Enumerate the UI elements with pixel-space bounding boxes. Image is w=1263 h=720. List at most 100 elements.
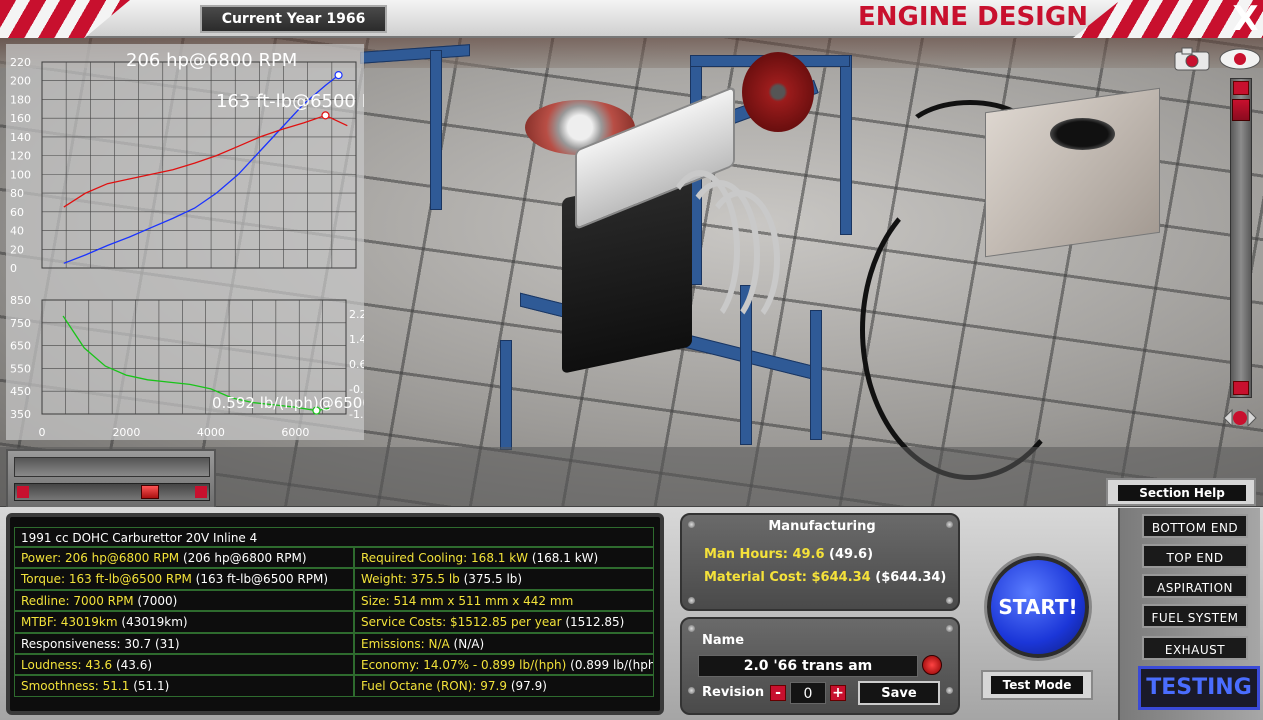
start-button[interactable]: START! [987, 556, 1089, 658]
stat-right-4: Emissions: N/A (N/A) [354, 632, 654, 654]
bottom-left-tick: 650 [10, 340, 31, 353]
top-y-tick: 200 [10, 75, 31, 88]
nav-aspiration[interactable]: ASPIRATION [1142, 574, 1248, 598]
camera-icon[interactable] [1172, 46, 1212, 72]
scroll-thumb[interactable] [1232, 99, 1250, 121]
top-y-tick: 120 [10, 150, 31, 163]
rivet-icon [946, 597, 953, 604]
stat-label: Smoothness: [21, 679, 103, 694]
fuel-tank [985, 87, 1160, 258]
nav-exhaust[interactable]: EXHAUST [1142, 636, 1248, 660]
scroll-up-arrow-icon[interactable] [1233, 81, 1249, 95]
material-cost-value: $644.34 [811, 570, 871, 585]
engine-stand-beam [430, 50, 442, 210]
stat-label: Torque: [21, 572, 69, 587]
scroll-down-arrow-icon[interactable] [1233, 381, 1249, 395]
top-y-tick: 100 [10, 168, 31, 181]
stat-label: Power: [21, 551, 65, 565]
stat-label: Required Cooling: [361, 551, 472, 565]
zoom-scrollbar[interactable] [1230, 78, 1252, 398]
material-cost-line: Material Cost: $644.34 ($644.34) [704, 570, 946, 585]
engine-stand-beam [500, 340, 512, 450]
stat-value: 206 hp@6800 RPM [64, 551, 183, 565]
peak-power-marker [334, 71, 343, 80]
stat-left-3: MTBF: 43019km (43019km) [14, 611, 354, 633]
stat-right-0: Required Cooling: 168.1 kW (168.1 kW) [354, 547, 654, 569]
bottom-right-tick: 2.2 [349, 308, 364, 321]
stat-value: N/A [428, 636, 454, 651]
x-tick: 0 [39, 426, 46, 439]
rivet-icon [946, 625, 953, 632]
man-hours-paren: (49.6) [829, 547, 874, 562]
test-mode-label: Test Mode [991, 676, 1083, 694]
scroll-left-arrow-icon[interactable] [17, 486, 29, 498]
stat-target: (43.6) [115, 658, 153, 672]
rivet-icon [946, 687, 953, 694]
stat-label: Weight: [361, 572, 411, 587]
stat-right-3: Service Costs: $1512.85 per year (1512.8… [354, 611, 654, 633]
top-y-tick: 140 [10, 131, 31, 144]
revision-increment-button[interactable]: + [830, 685, 846, 701]
bottom-left-tick: 550 [10, 362, 31, 375]
material-cost-paren: ($644.34) [875, 570, 947, 585]
top-y-tick: 20 [10, 243, 24, 256]
bottom-left-tick: 750 [10, 317, 31, 330]
top-y-tick: 180 [10, 93, 31, 106]
current-year-label: Current Year 1966 [200, 5, 387, 33]
stat-target: (168.1 kW) [531, 551, 599, 565]
stat-label: Redline: [21, 593, 74, 608]
stat-target: (31) [154, 636, 180, 651]
stat-value: 168.1 kW [471, 551, 532, 565]
eye-icon[interactable] [1218, 46, 1262, 72]
scroll-right-arrow-icon[interactable] [195, 486, 207, 498]
best-economy-label: 0.592 lb/(hph)@6500 RPM [212, 394, 364, 412]
rivet-icon [688, 597, 695, 604]
section-help-button[interactable]: Section Help [1106, 478, 1256, 506]
scroll-thumb[interactable] [141, 485, 159, 499]
stat-value: 514 mm x 511 mm x 442 mm [393, 593, 574, 608]
close-button[interactable]: X [1228, 0, 1263, 38]
stat-target: (N/A) [453, 636, 485, 651]
peak-torque-marker [321, 111, 330, 120]
stat-label: Emissions: [361, 636, 429, 651]
horizontal-scrollbar[interactable] [14, 483, 210, 501]
name-label: Name [702, 633, 745, 648]
rotate-view-icon[interactable] [1220, 404, 1260, 432]
stat-label: Service Costs: [361, 615, 450, 630]
revision-label: Revision [702, 685, 765, 700]
stat-target: (43019km) [121, 615, 188, 630]
exhaust-header [700, 190, 780, 330]
nav-testing[interactable]: TESTING [1138, 666, 1260, 710]
engine-summary: 1991 cc DOHC Carburettor 20V Inline 4 [14, 527, 654, 547]
x-tick: 2000 [112, 426, 140, 439]
stat-value: 43019km [60, 615, 122, 630]
bottom-left-tick: 450 [10, 385, 31, 398]
revision-decrement-button[interactable]: - [770, 685, 786, 701]
engine-design-screen: Current Year 1966 ENGINE DESIGN X 220 200… [0, 0, 1263, 720]
view-scroll-preview [14, 457, 210, 477]
save-button[interactable]: Save [858, 681, 940, 705]
stat-value: 97.9 [480, 679, 511, 694]
stat-value: $1512.85 per year [449, 615, 566, 630]
test-mode-button[interactable]: Test Mode [981, 670, 1093, 700]
stat-target: (0.899 lb/(hph)) [570, 658, 653, 672]
stat-label: MTBF: [21, 615, 61, 630]
nav-top-end[interactable]: TOP END [1142, 544, 1248, 568]
name-panel: Name 2.0 '66 trans am Revision - 0 + Sav… [680, 617, 960, 715]
nav-bottom-end[interactable]: BOTTOM END [1142, 514, 1248, 538]
stat-value: 163 ft-lb@6500 RPM [68, 572, 196, 587]
rivet-icon [688, 625, 695, 632]
stat-left-0: Power: 206 hp@6800 RPM (206 hp@6800 RPM) [14, 547, 354, 569]
manufacturing-panel: Manufacturing Man Hours: 49.6 (49.6) Mat… [680, 513, 960, 611]
stat-right-1: Weight: 375.5 lb (375.5 lb) [354, 568, 654, 590]
stat-target: (97.9) [510, 679, 547, 694]
bottom-right-tick: 0.6 [349, 358, 364, 371]
top-y-tick: 220 [10, 56, 31, 69]
revision-value: 0 [790, 682, 826, 704]
x-tick: 4000 [197, 426, 225, 439]
stat-label: Responsiveness: [21, 636, 125, 651]
reset-name-icon[interactable] [922, 655, 942, 675]
engine-name-input[interactable]: 2.0 '66 trans am [698, 655, 918, 677]
performance-graph-panel: 220 200 180 160 140 120 100 80 60 40 20 0 850 750 650 5… [6, 44, 364, 440]
nav-fuel-system[interactable]: FUEL SYSTEM [1142, 604, 1248, 628]
